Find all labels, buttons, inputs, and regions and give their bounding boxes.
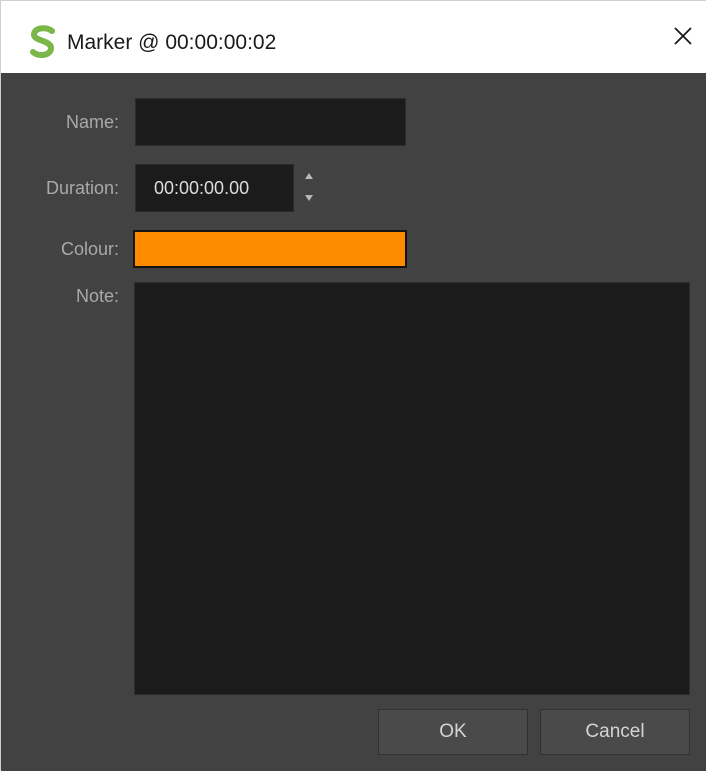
name-label: Name: — [65, 112, 119, 132]
ok-button[interactable]: OK — [378, 709, 528, 755]
title-bar[interactable]: Marker @ 00:00:00:02 — [1, 1, 706, 73]
duration-spinner — [297, 167, 321, 209]
shotcut-s-logo-icon — [29, 25, 57, 59]
colour-label: Colour: — [60, 239, 119, 259]
colour-swatch-button[interactable] — [133, 230, 407, 268]
close-button[interactable] — [660, 15, 706, 61]
triangle-up-icon[interactable] — [303, 169, 315, 183]
dialog-content: Name: Duration: Colour: Note: OK Cancel — [1, 73, 706, 771]
marker-dialog: Marker @ 00:00:00:02 Name: Duration: Col… — [0, 0, 706, 771]
duration-label: Duration: — [45, 178, 119, 198]
note-textarea[interactable] — [134, 282, 690, 695]
name-input[interactable] — [135, 98, 406, 146]
cancel-button[interactable]: Cancel — [540, 709, 690, 755]
close-icon — [673, 26, 693, 51]
triangle-down-icon[interactable] — [303, 191, 315, 205]
duration-input[interactable] — [135, 164, 294, 212]
note-label: Note: — [75, 286, 119, 306]
window-title: Marker @ 00:00:00:02 — [67, 31, 277, 54]
